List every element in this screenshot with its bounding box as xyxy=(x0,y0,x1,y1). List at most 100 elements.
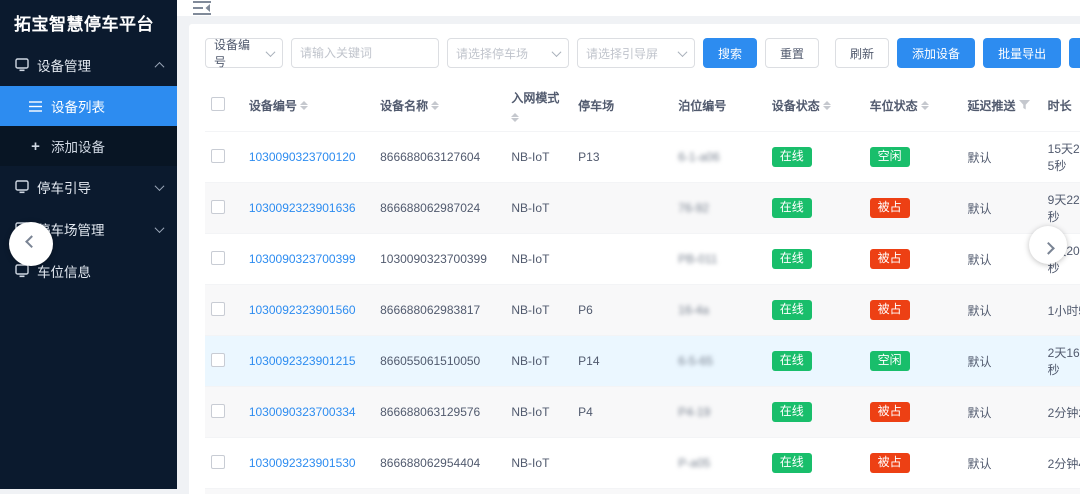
table-row: 1030092323901215 866055061510050 NB-IoT … xyxy=(205,336,1080,387)
col-device-name[interactable]: 设备名称 xyxy=(380,97,428,114)
berth-no-cell: 6-5-65 xyxy=(678,354,713,368)
col-berth-no: 泊位编号 xyxy=(678,99,726,113)
duration-cell: 2分钟22秒 xyxy=(1042,387,1080,438)
row-checkbox[interactable] xyxy=(211,200,225,214)
table-scroll-right-button[interactable] xyxy=(1029,226,1067,264)
main-area: ●●●●●●(●●●●) 设备编号 请选择停车场 请选择引导屏 xyxy=(177,0,1080,494)
row-checkbox[interactable] xyxy=(211,353,225,367)
row-checkbox[interactable] xyxy=(211,302,225,316)
network-mode-cell: NB-IoT xyxy=(505,285,572,336)
sidebar-item-device-list[interactable]: 设备列表 xyxy=(0,86,177,126)
duration-cell: 2小时31分钟23秒 xyxy=(1042,489,1080,494)
table-row: 1030090323700120 866688063127604 NB-IoT … xyxy=(205,132,1080,183)
row-checkbox[interactable] xyxy=(211,149,225,163)
device-name-cell: 866688062986505 xyxy=(374,489,505,494)
slot-status-badge: 空闲 xyxy=(870,351,910,370)
col-device-status[interactable]: 设备状态 xyxy=(772,97,820,114)
col-slot-status[interactable]: 车位状态 xyxy=(870,97,918,114)
menu-fold-icon[interactable] xyxy=(193,0,211,16)
berth-no-cell: 16-4a xyxy=(678,303,709,317)
sort-icon[interactable] xyxy=(823,101,831,110)
device-id-link[interactable]: 1030090323700120 xyxy=(249,150,356,164)
berth-no-cell: P-a05 xyxy=(678,456,710,470)
search-field-select[interactable]: 设备编号 xyxy=(205,38,283,68)
col-parking-lot: 停车场 xyxy=(578,99,614,113)
search-button[interactable]: 搜索 xyxy=(703,38,757,68)
parking-lot-cell: P6 xyxy=(572,285,672,336)
device-id-link[interactable]: 1030092323901636 xyxy=(249,201,356,215)
slot-status-badge: 被占 xyxy=(870,198,910,217)
guidance-screen-placeholder: 请选择引导屏 xyxy=(586,45,658,62)
table-row: 1030092323901323 866688062986505 NB-IoT … xyxy=(205,489,1080,494)
content-area: 设备编号 请选择停车场 请选择引导屏 搜索 重置 刷新 添加设备 xyxy=(177,16,1080,494)
table-body: 1030090323700120 866688063127604 NB-IoT … xyxy=(205,132,1080,494)
batch-delete-button[interactable]: 批量删除 xyxy=(1069,38,1080,68)
device-status-badge: 在线 xyxy=(772,402,812,421)
device-management-submenu: 设备列表 + 添加设备 xyxy=(0,86,177,166)
sidebar-item-add-device[interactable]: + 添加设备 xyxy=(0,126,177,166)
device-id-link[interactable]: 1030092323901215 xyxy=(249,354,356,368)
sidebar-item-device-management[interactable]: 设备管理 xyxy=(0,44,177,86)
device-name-cell: 866688063129576 xyxy=(374,387,505,438)
device-id-link[interactable]: 1030092323901560 xyxy=(249,303,356,317)
reset-button[interactable]: 重置 xyxy=(765,38,819,68)
device-name-cell: 1030090323700399 xyxy=(374,234,505,285)
sidebar: 拓宝智慧停车平台 设备管理 设备列表 + 添加设备 停车引导 停 xyxy=(0,0,177,489)
row-checkbox[interactable] xyxy=(211,251,225,265)
berth-no-cell: 6-1-a06 xyxy=(678,150,719,164)
sort-icon[interactable] xyxy=(921,101,929,110)
device-name-cell: 866688062954404 xyxy=(374,438,505,489)
col-device-id[interactable]: 设备编号 xyxy=(249,97,297,114)
add-device-button[interactable]: 添加设备 xyxy=(897,38,975,68)
berth-no-cell: 76-92 xyxy=(678,201,709,215)
col-network-mode[interactable]: 入网模式 xyxy=(511,91,559,105)
device-id-link[interactable]: 1030090323700334 xyxy=(249,405,356,419)
chevron-down-icon xyxy=(552,47,562,57)
sidebar-item-label: 车位信息 xyxy=(37,261,91,281)
select-all-checkbox[interactable] xyxy=(211,97,225,111)
slot-status-badge: 被占 xyxy=(870,249,910,268)
chevron-down-icon xyxy=(678,47,688,57)
guidance-screen-select[interactable]: 请选择引导屏 xyxy=(577,38,695,68)
slot-status-badge: 空闲 xyxy=(870,147,910,166)
chevron-left-icon xyxy=(25,235,38,248)
parking-lot-cell xyxy=(572,183,672,234)
batch-export-button[interactable]: 批量导出 xyxy=(983,38,1061,68)
sidebar-item-parking-guidance[interactable]: 停车引导 xyxy=(0,166,177,208)
network-mode-cell: NB-IoT xyxy=(505,336,572,387)
delay-push-cell: 默认 xyxy=(962,387,1042,438)
table-row: 1030092323901636 866688062987024 NB-IoT … xyxy=(205,183,1080,234)
parking-lot-select[interactable]: 请选择停车场 xyxy=(447,38,569,68)
device-icon xyxy=(14,58,29,73)
chevron-up-icon xyxy=(155,61,165,71)
sidebar-collapse-button[interactable] xyxy=(9,222,53,266)
col-delay-push[interactable]: 延迟推送 xyxy=(968,97,1016,114)
filter-bar: 设备编号 请选择停车场 请选择引导屏 搜索 重置 刷新 添加设备 xyxy=(205,38,1080,68)
sort-icon[interactable] xyxy=(300,101,308,110)
network-mode-cell: NB-IoT xyxy=(505,438,572,489)
berth-no-cell: PB-011 xyxy=(678,252,717,266)
list-icon xyxy=(28,99,43,114)
delay-push-cell: 默认 xyxy=(962,438,1042,489)
delay-push-cell: 默认 xyxy=(962,489,1042,494)
device-status-badge: 在线 xyxy=(772,351,812,370)
sidebar-item-label: 添加设备 xyxy=(51,136,105,156)
sort-icon[interactable] xyxy=(431,101,439,110)
sort-icon[interactable] xyxy=(511,113,519,122)
refresh-button[interactable]: 刷新 xyxy=(835,38,889,68)
row-checkbox[interactable] xyxy=(211,455,225,469)
device-id-link[interactable]: 1030092323901530 xyxy=(249,456,356,470)
device-status-badge: 在线 xyxy=(772,198,812,217)
parking-lot-cell xyxy=(572,234,672,285)
table-row: 1030090323700399 1030090323700399 NB-IoT… xyxy=(205,234,1080,285)
sidebar-item-label: 设备列表 xyxy=(51,96,105,116)
row-checkbox[interactable] xyxy=(211,404,225,418)
sidebar-item-label: 设备管理 xyxy=(37,55,91,75)
network-mode-cell: NB-IoT xyxy=(505,234,572,285)
filter-funnel-icon[interactable] xyxy=(1019,99,1030,113)
device-id-link[interactable]: 1030090323700399 xyxy=(249,252,356,266)
keyword-input[interactable] xyxy=(300,46,430,60)
device-name-cell: 866688063127604 xyxy=(374,132,505,183)
slot-status-badge: 被占 xyxy=(870,402,910,421)
table-row: 1030092323901530 866688062954404 NB-IoT … xyxy=(205,438,1080,489)
